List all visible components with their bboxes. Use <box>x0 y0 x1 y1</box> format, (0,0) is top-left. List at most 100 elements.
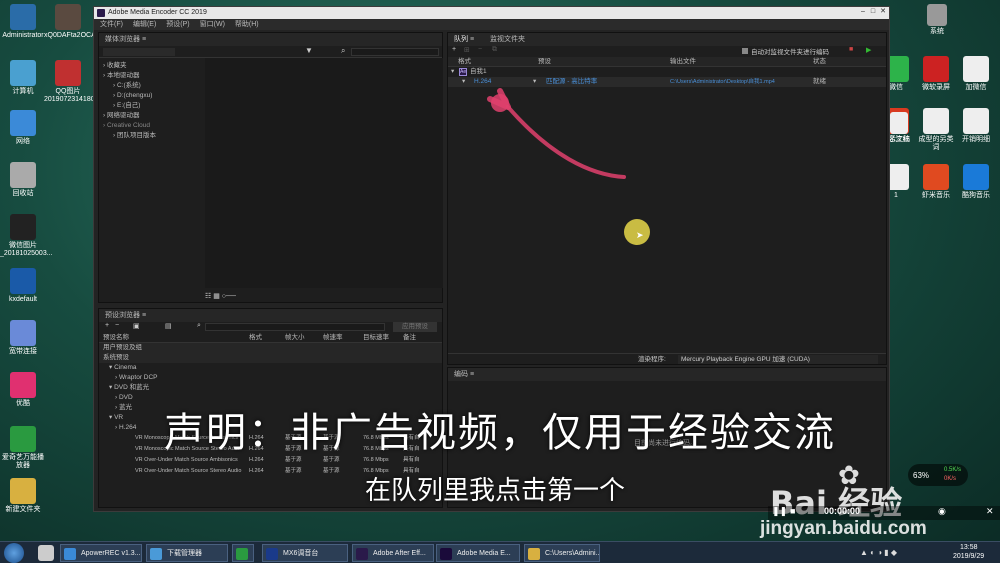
taskbar-button[interactable]: Adobe Media E... <box>436 544 520 562</box>
queue-columns: 格式 预设 输出文件 状态 <box>448 57 886 67</box>
search-icon[interactable]: ⌕ <box>197 322 201 330</box>
desktop-icon[interactable]: QQ图片20190723141807 <box>44 60 99 104</box>
apply-preset-button[interactable]: 应用预设 <box>393 322 437 332</box>
remove-icon[interactable]: − <box>478 46 482 53</box>
pause-icon[interactable]: ❚❚ <box>772 506 787 517</box>
menu-item[interactable]: 编辑(E) <box>133 21 156 28</box>
menu-item[interactable]: 窗口(W) <box>200 21 225 28</box>
taskbar-button[interactable]: MX6调音台 <box>262 544 348 562</box>
desktop-icon[interactable]: 虾米音乐 <box>916 164 956 200</box>
preset-column-header[interactable]: 目标速率 <box>363 333 389 343</box>
preset-column-header[interactable]: 帧大小 <box>285 333 305 343</box>
desktop-icon[interactable]: 回收站 <box>0 162 46 198</box>
preset-column-header[interactable]: 帧速率 <box>323 333 343 343</box>
desktop-icon[interactable]: 酷狗音乐 <box>956 164 996 200</box>
network-meter: 63% 0.5K/s 0K/s <box>908 464 968 486</box>
tree-item[interactable]: › Creative Cloud <box>103 121 199 131</box>
tray-icons: ▲ ◐ ◑ ▮ ◆ <box>860 548 898 557</box>
media-search-input[interactable] <box>351 48 439 56</box>
tree-item[interactable]: › 网络驱动器 <box>103 111 199 121</box>
preset-tree-item[interactable]: ▾ DVD 和蓝光 <box>99 383 442 393</box>
tree-item[interactable]: › D:(chengxu) <box>103 91 199 101</box>
desktop-icon-image <box>10 372 36 398</box>
queue-group[interactable]: ▾ Ae 自我1 <box>448 67 886 77</box>
tree-item[interactable]: › 团队项目版本 <box>103 131 199 141</box>
minimize-icon[interactable]: – <box>859 8 867 16</box>
preset-tree-label: DVD 和蓝光 <box>114 384 150 391</box>
camera-icon[interactable]: ◉ <box>938 506 946 517</box>
clock-date[interactable]: 2019/9/29 <box>953 553 984 560</box>
preset-group[interactable]: 系统预设 <box>99 353 442 363</box>
add-preset-icon[interactable]: + <box>105 322 109 329</box>
add-source-icon[interactable]: + <box>452 46 456 53</box>
menu-item[interactable]: 帮助(H) <box>235 21 259 28</box>
output-file-link[interactable]: C:\Users\Administrator\Desktop\自我1.mp4 <box>670 77 775 87</box>
tree-item[interactable]: › 本地驱动器 <box>103 71 199 81</box>
desktop-icon[interactable]: 微软录屏 <box>916 56 956 92</box>
taskbar-button[interactable]: 下载管理器 <box>146 544 228 562</box>
view-mode-icon[interactable]: ☷ ▦ ○── <box>205 292 236 300</box>
start-queue-icon[interactable]: ▶ <box>866 46 871 54</box>
preset-tree-item[interactable]: ▾ Cinema <box>99 363 442 373</box>
taskbar-app-icon <box>356 548 368 560</box>
taskbar: ApowerREC v1.3... 下载管理器 MX6调音台 Adobe After … <box>0 541 1000 563</box>
desktop-icon[interactable]: 开销明细 <box>956 108 996 144</box>
close-icon[interactable]: ✕ <box>986 506 994 517</box>
desktop-icon[interactable]: Administrator <box>0 4 46 40</box>
preset-tree-label: Cinema <box>114 364 137 371</box>
start-button[interactable] <box>4 543 24 563</box>
renderer-dropdown[interactable]: Mercury Playback Engine GPU 加速 (CUDA) <box>678 355 878 364</box>
filter-icon[interactable]: ▼ <box>305 46 313 55</box>
close-icon[interactable]: ✕ <box>879 8 887 16</box>
desktop-icon[interactable]: 微信图片_20181025003... <box>0 214 53 258</box>
queue-column-header[interactable]: 状态 <box>813 57 826 67</box>
taskbar-app-icon <box>440 548 452 560</box>
clock-time[interactable]: 13:58 <box>960 544 978 551</box>
tab-queue[interactable]: 队列 <box>454 36 468 43</box>
desktop-icon[interactable]: 计算机 <box>0 60 46 96</box>
taskbar-button[interactable] <box>232 544 254 562</box>
desktop-icon[interactable]: 成型的另类词 <box>916 108 956 152</box>
duplicate-icon[interactable]: ⧉ <box>492 46 497 54</box>
queue-column-header[interactable]: 预设 <box>538 57 551 67</box>
desktop-icon[interactable]: xQ0DAFta2OCAJ6ryAIf... <box>44 4 123 40</box>
maximize-icon[interactable]: □ <box>869 8 877 16</box>
preset-icon[interactable]: ⊞ <box>464 46 470 54</box>
queue-column-header[interactable]: 格式 <box>458 57 471 67</box>
menu-item[interactable]: 预设(P) <box>166 21 189 28</box>
tab-watch-folders[interactable]: 监视文件夹 <box>490 36 525 43</box>
preset-tree-item[interactable]: › Wraptor DCP <box>99 373 442 383</box>
preset-column-header[interactable]: 格式 <box>249 333 262 343</box>
desktop-icon[interactable]: 加微信 <box>956 56 996 92</box>
taskbar-button[interactable]: C:\Users\Admini... <box>524 544 600 562</box>
quick-launch-icon[interactable] <box>38 545 54 561</box>
tree-item[interactable]: › 收藏夹 <box>103 61 199 71</box>
location-dropdown[interactable] <box>103 48 175 56</box>
search-icon[interactable]: ⌕ <box>341 46 345 56</box>
queue-group-name: 自我1 <box>470 68 487 75</box>
taskbar-button[interactable]: Adobe After Eff... <box>352 544 434 562</box>
taskbar-label: Adobe After Eff... <box>373 550 426 557</box>
preset-search-input[interactable] <box>205 323 385 331</box>
taskbar-label: C:\Users\Admini... <box>545 550 600 557</box>
folder-icon[interactable]: ▣ <box>133 322 140 330</box>
menu-item[interactable]: 文件(F) <box>100 21 123 28</box>
stop-icon[interactable]: ■ <box>849 46 853 53</box>
group-icon[interactable]: ▤ <box>165 322 172 330</box>
desktop-icon[interactable]: kxdefault <box>0 268 46 304</box>
preset-group[interactable]: 用户预设及组 <box>99 343 442 353</box>
tree-item[interactable]: › E:(自己) <box>103 101 199 111</box>
desktop-icon-partial[interactable]: 系统 <box>922 4 952 36</box>
stop-icon[interactable]: ■ <box>790 506 795 516</box>
remove-preset-icon[interactable]: − <box>115 322 119 329</box>
tree-item[interactable]: › C:(系统) <box>103 81 199 91</box>
queue-column-header[interactable]: 输出文件 <box>670 57 696 67</box>
taskbar-button[interactable]: ApowerREC v1.3... <box>60 544 142 562</box>
preset-column-header[interactable]: 备注 <box>403 333 416 343</box>
preset-browser-title: 预设浏览器 <box>105 312 140 319</box>
desktop-icon[interactable]: 网络 <box>0 110 46 146</box>
desktop-icon[interactable]: 宽带连接 <box>0 320 46 356</box>
preset-column-header[interactable]: 预设名称 <box>103 333 129 343</box>
auto-encode-checkbox[interactable] <box>742 48 748 54</box>
auto-encode-label: 自动对监视文件夹进行编码 <box>751 49 829 56</box>
